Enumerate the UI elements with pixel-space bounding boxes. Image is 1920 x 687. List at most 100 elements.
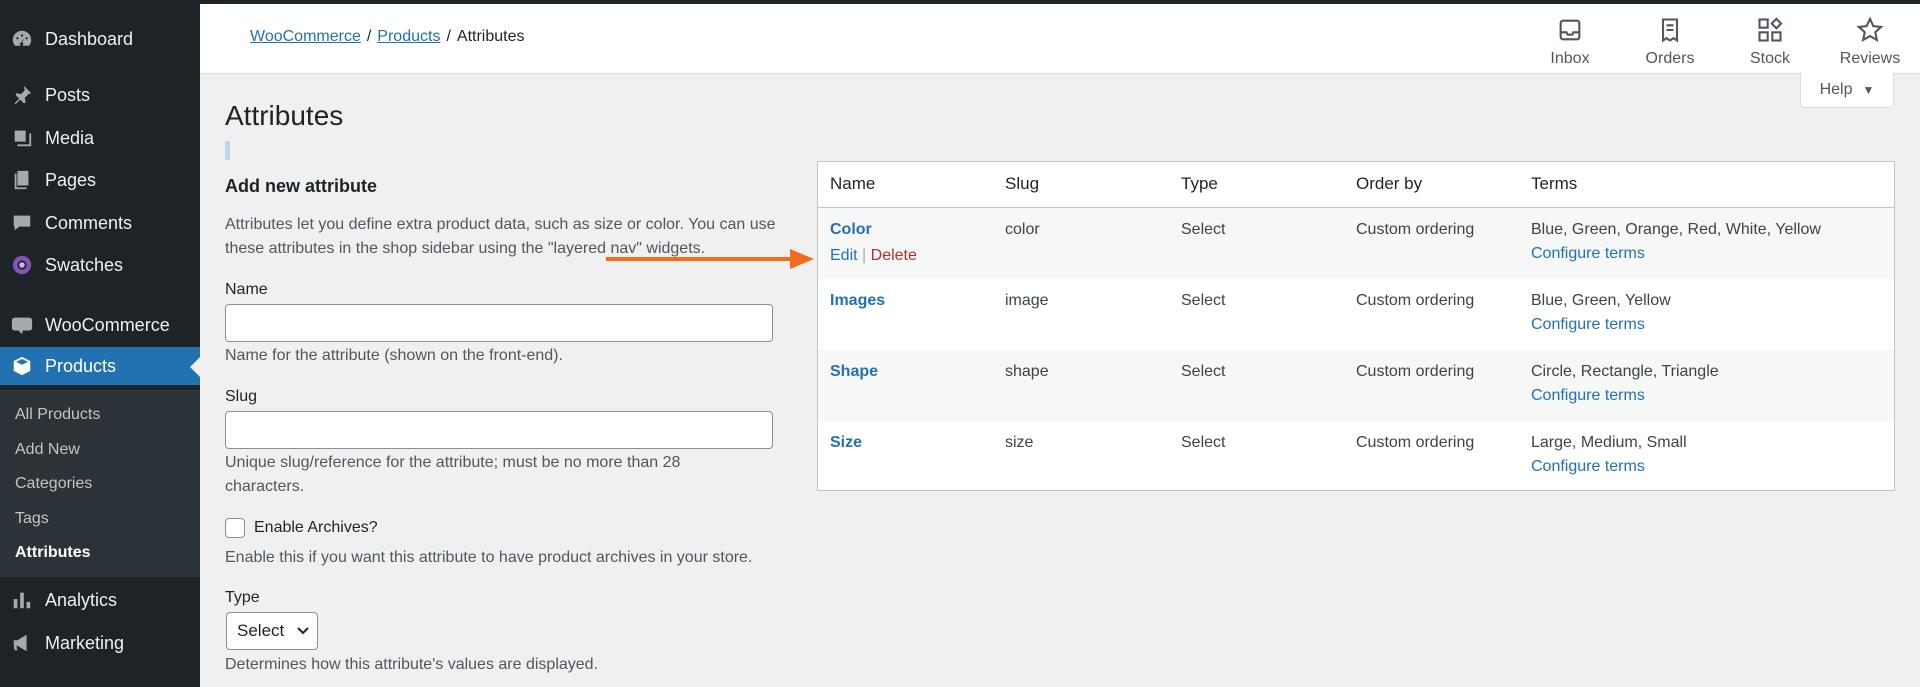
caret-down-icon: ▼ — [1862, 83, 1875, 97]
active-indicator — [190, 357, 200, 377]
attribute-type: Select — [1181, 221, 1226, 238]
row-actions-separator: | — [862, 247, 867, 264]
sidebar-item-comments[interactable]: Comments — [0, 204, 200, 242]
sidebar-item-label: Comments — [45, 212, 133, 233]
column-header-terms: Terms — [1531, 174, 1578, 193]
swatches-icon — [10, 253, 34, 277]
attribute-name-link[interactable]: Images — [830, 292, 885, 310]
configure-terms-link[interactable]: Configure terms — [1531, 245, 1645, 263]
chart-icon — [10, 588, 34, 612]
name-label: Name — [225, 281, 268, 298]
type-label: Type — [225, 589, 260, 606]
enable-archives-checkbox[interactable] — [225, 518, 245, 538]
help-button[interactable]: Help ▼ — [1800, 73, 1894, 108]
type-help: Determines how this attribute's values a… — [225, 656, 599, 673]
table-row: Images image Select Custom ordering Blue… — [818, 279, 1894, 350]
pin-icon — [10, 83, 34, 107]
box-icon — [10, 354, 34, 378]
table-row: Size size Select Custom ordering Large, … — [818, 421, 1894, 492]
attribute-terms: Blue, Green, Orange, Red, White, Yellow — [1531, 221, 1821, 238]
breadcrumb: WooCommerce / Products / Attributes — [250, 28, 524, 46]
pages-icon — [10, 168, 34, 192]
archives-help: Enable this if you want this attribute t… — [225, 549, 753, 566]
attribute-order-by: Custom ordering — [1356, 434, 1475, 451]
orders-icon — [1661, 18, 1679, 43]
inbox-icon — [1559, 19, 1581, 41]
attribute-name-link[interactable]: Color — [830, 221, 872, 239]
stock-label: Stock — [1749, 50, 1790, 67]
reviews-button[interactable]: Reviews — [1830, 14, 1910, 68]
sidebar-item-label: Dashboard — [45, 28, 134, 49]
breadcrumb-separator: / — [446, 28, 451, 45]
column-header-name[interactable]: Name — [830, 174, 875, 194]
inbox-label: Inbox — [1550, 50, 1590, 67]
table-row: Color Edit | Delete color Select Custom … — [818, 208, 1894, 279]
submenu-tags[interactable]: Tags — [15, 510, 49, 528]
type-select[interactable]: Select — [226, 612, 318, 650]
attribute-slug: shape — [1005, 363, 1049, 380]
slug-help: Unique slug/reference for the attribute;… — [225, 454, 681, 495]
media-icon — [10, 126, 34, 150]
delete-link[interactable]: Delete — [871, 247, 917, 264]
annotation-arrow-icon — [606, 249, 814, 269]
help-label: Help — [1819, 81, 1853, 98]
column-header-order-by: Order by — [1356, 174, 1423, 193]
sidebar-item-pages[interactable]: Pages — [0, 161, 200, 199]
attribute-slug: size — [1005, 434, 1034, 451]
sidebar-item-marketing[interactable]: Marketing — [0, 624, 200, 662]
name-input[interactable] — [225, 304, 773, 342]
configure-terms-link[interactable]: Configure terms — [1531, 458, 1645, 476]
sidebar-item-posts[interactable]: Posts — [0, 76, 200, 114]
sidebar-item-products[interactable]: Products — [0, 347, 200, 385]
inbox-button[interactable]: Inbox — [1530, 14, 1610, 68]
attribute-name-link[interactable]: Size — [830, 434, 862, 452]
orders-button[interactable]: Orders — [1630, 14, 1710, 68]
stock-button[interactable]: Stock — [1730, 14, 1810, 68]
sidebar-item-label: Swatches — [45, 254, 124, 275]
sidebar-item-label: Pages — [45, 169, 97, 190]
edit-link[interactable]: Edit — [830, 247, 858, 264]
row-actions: Edit | Delete — [830, 247, 917, 265]
attributes-table: Name Slug Type Order by Terms Color Edit… — [817, 161, 1895, 491]
dashboard-icon — [10, 27, 34, 51]
submenu-all-products[interactable]: All Products — [15, 406, 100, 424]
configure-terms-link[interactable]: Configure terms — [1531, 387, 1645, 405]
star-icon — [1856, 16, 1884, 42]
table-row: Shape shape Select Custom ordering Circl… — [818, 350, 1894, 421]
sidebar-item-media[interactable]: Media — [0, 119, 200, 157]
attribute-terms: Blue, Green, Yellow — [1531, 292, 1671, 309]
breadcrumb-woocommerce[interactable]: WooCommerce — [250, 28, 361, 45]
sidebar-item-analytics[interactable]: Analytics — [0, 581, 200, 619]
attribute-type: Select — [1181, 434, 1226, 451]
sidebar-item-woocommerce[interactable]: WooCommerce — [0, 306, 200, 344]
enable-archives-label: Enable Archives? — [254, 519, 378, 536]
sidebar-item-swatches[interactable]: Swatches — [0, 246, 200, 284]
admin-sidebar: Dashboard Posts Media Pages Comments Swa… — [0, 4, 200, 687]
column-header-slug: Slug — [1005, 174, 1040, 193]
breadcrumb-products[interactable]: Products — [377, 28, 440, 45]
stock-icon — [1758, 17, 1783, 42]
attribute-order-by: Custom ordering — [1356, 221, 1475, 238]
attribute-type: Select — [1181, 363, 1226, 380]
submenu-add-new[interactable]: Add New — [15, 441, 80, 459]
breadcrumb-current: Attributes — [456, 28, 525, 45]
title-accent-bar — [225, 141, 230, 160]
chevron-down-icon — [297, 627, 309, 635]
submenu-categories[interactable]: Categories — [15, 475, 92, 493]
attribute-name-link[interactable]: Shape — [830, 363, 878, 381]
page-header: WooCommerce / Products / Attributes Inbox Or… — [200, 4, 1920, 74]
sidebar-item-label: Analytics — [45, 589, 118, 610]
form-heading: Add new attribute — [225, 176, 377, 196]
column-header-type: Type — [1181, 174, 1218, 193]
sidebar-item-label: Posts — [45, 84, 91, 105]
configure-terms-link[interactable]: Configure terms — [1531, 316, 1645, 334]
sidebar-item-label: Media — [45, 127, 95, 148]
slug-input[interactable] — [225, 411, 773, 449]
comment-icon — [10, 211, 34, 235]
sidebar-item-dashboard[interactable]: Dashboard — [0, 20, 200, 58]
products-submenu: All Products Add New Categories Tags Att… — [0, 390, 200, 577]
slug-label: Slug — [225, 388, 258, 405]
submenu-attributes[interactable]: Attributes — [15, 544, 91, 562]
breadcrumb-separator: / — [366, 28, 372, 45]
sidebar-item-label: Products — [45, 355, 117, 376]
